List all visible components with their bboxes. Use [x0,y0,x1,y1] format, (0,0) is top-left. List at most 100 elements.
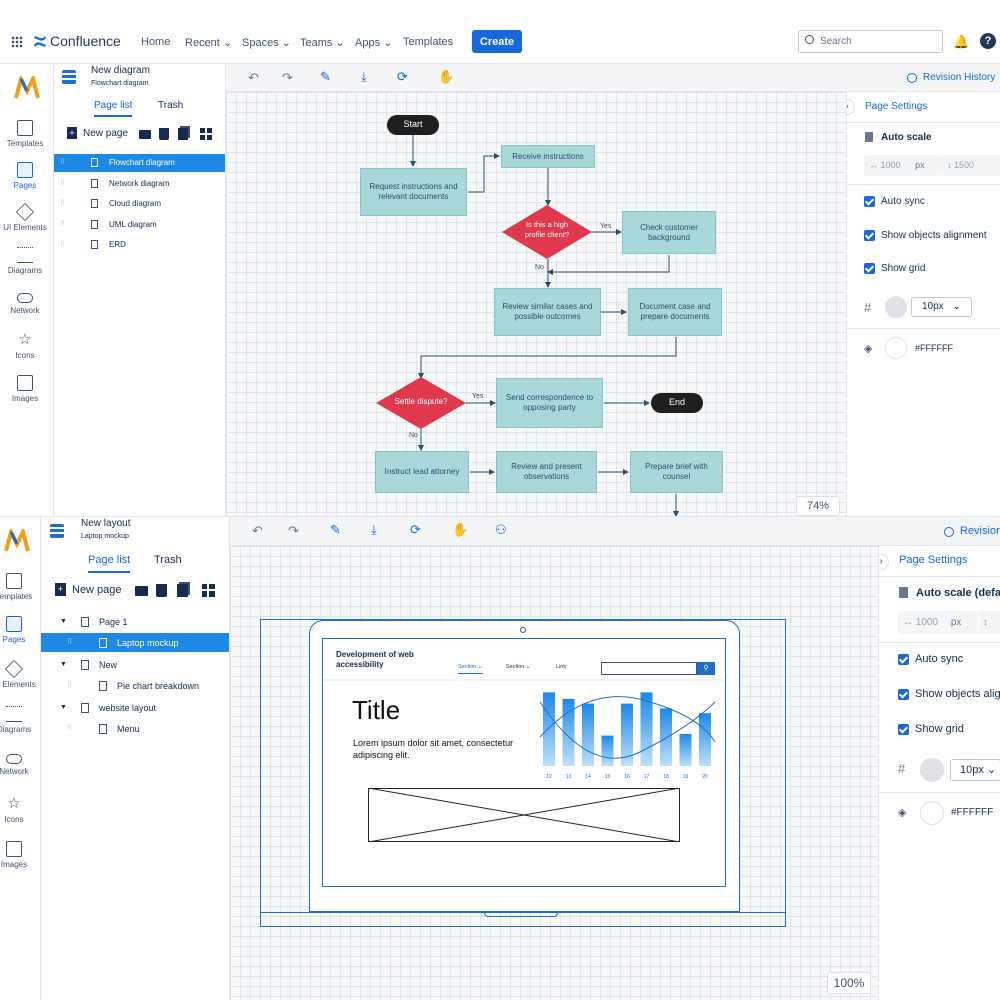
tree-item[interactable]: ▼ New [41,659,229,674]
flow-instruct[interactable]: Instruct lead attorney [375,451,469,493]
tree-item[interactable]: ▼ Page 1 [41,616,229,631]
flow-receive[interactable]: Receive instructions [501,145,595,168]
page-list-item[interactable]: ⠿ UML diagram [54,219,225,233]
mock-nav-section-1[interactable]: Section ⌄ [458,664,483,674]
hand-icon[interactable]: ✋ [438,69,454,85]
nav-apps[interactable]: Apps ⌄ [355,36,392,49]
rail-ui-elements[interactable]: UI Elements [0,202,50,232]
grid-color-swatch[interactable] [885,296,907,318]
flow-document[interactable]: Document case and prepare documents [628,288,722,336]
rail-images[interactable]: Images [0,375,50,403]
new-page-button[interactable]: New page [83,128,128,139]
flow-start[interactable]: Start [387,115,439,135]
confluence-logo-icon[interactable] [33,35,47,48]
pen-icon[interactable]: ✎ [320,69,331,85]
tree-item[interactable]: ⠿ Menu [41,723,229,738]
new-page-icon[interactable]: + [55,583,66,596]
show-grid-checkbox[interactable]: Show grid [898,723,964,735]
pen-icon[interactable]: ✎ [330,522,341,538]
show-alignment-checkbox[interactable]: Show objects alignment [864,230,987,241]
new-page-icon[interactable]: + [67,127,77,139]
tree-item[interactable]: ⠿ Pie chart breakdown [41,680,229,695]
drag-handle-icon[interactable]: ⠿ [60,240,65,248]
flow-review-present[interactable]: Review and present observations [496,451,597,493]
drag-handle-icon[interactable]: ⠿ [60,179,65,187]
show-alignment-checkbox[interactable]: Show objects alig [898,688,1000,700]
download-icon[interactable]: ⤓ [361,69,367,85]
mock-nav-link[interactable]: Link [556,664,566,670]
tree-item[interactable]: ▼ website layout [41,702,229,717]
rail-images[interactable]: Images [0,841,39,869]
rail-network[interactable]: Network [0,290,50,315]
height-input[interactable]: ↕ 1500 [942,155,1000,176]
drag-handle-icon[interactable]: ⠿ [60,158,65,166]
show-grid-checkbox[interactable]: Show grid [864,263,925,274]
drag-handle-icon[interactable]: ⠿ [60,199,65,207]
help-icon[interactable]: ? [980,33,996,49]
drag-handle-icon[interactable]: ⠿ [67,724,72,732]
drag-handle-icon[interactable]: ⠿ [67,638,72,646]
tab-page-list[interactable]: Page list [94,100,133,117]
width-input[interactable]: ↔ 1000 px [864,155,942,176]
grid-size-select[interactable]: 10px ⌄ [950,759,1000,781]
sync-icon[interactable]: ⟳ [410,522,421,538]
grid-size-select[interactable]: 10px ⌄ [911,297,972,317]
user-icon[interactable]: ⚇ [495,522,507,538]
nav-recent[interactable]: Recent ⌄ [185,36,232,49]
delete-icon[interactable] [159,128,169,140]
width-input[interactable]: ↔ 1000 px [898,611,978,634]
rail-icons[interactable]: ☆ Icons [0,332,50,361]
flow-end[interactable]: End [651,393,703,413]
page-list-item[interactable]: ⠿ ERD [54,239,225,253]
drag-handle-icon[interactable]: ⠿ [60,220,65,228]
mock-nav-section-2[interactable]: Section ⌄ [506,664,531,670]
app-switcher-icon[interactable] [11,36,23,48]
expand-caret-icon[interactable]: ▼ [60,661,67,668]
tab-page-list[interactable]: Page list [88,554,131,573]
page-list-item[interactable]: ⠿ Network diagram [54,178,225,192]
notification-bell-icon[interactable]: 🔔 [953,34,969,50]
expand-caret-icon[interactable]: ▼ [60,704,67,711]
grid-view-icon[interactable] [200,128,212,140]
height-input[interactable]: ↕ [979,611,1000,634]
bg-color-swatch[interactable] [885,337,907,359]
zoom-indicator[interactable]: 100% [827,972,871,994]
new-folder-icon[interactable] [139,130,151,139]
nav-templates[interactable]: Templates [403,36,453,48]
page-list-item[interactable]: ⠿ Cloud diagram [54,198,225,212]
bottom-canvas[interactable]: Development of web accessibility Section… [230,546,878,1000]
rail-templates[interactable]: Templates [0,573,39,601]
revision-history-link[interactable]: Revision History [923,72,995,83]
tree-item[interactable]: ⠿ Laptop mockup [41,637,229,652]
auto-sync-checkbox[interactable]: Auto sync [864,196,925,207]
nav-home[interactable]: Home [141,36,170,48]
tab-trash[interactable]: Trash [154,554,182,566]
nav-teams[interactable]: Teams ⌄ [300,36,345,49]
app-name[interactable]: Confluence [50,33,121,49]
page-list-item[interactable]: ⠿ Flowchart diagram [54,157,225,171]
mock-search-input[interactable] [601,662,697,675]
bg-color-swatch[interactable] [920,801,944,825]
redo-icon[interactable]: ↷ [282,70,293,86]
duplicate-icon[interactable] [177,584,188,597]
mock-search-icon[interactable]: ⚲ [697,662,715,675]
revision-history-link[interactable]: Revision [960,525,1000,537]
zoom-indicator[interactable]: 74% [796,496,840,516]
flow-send[interactable]: Send correspondence to opposing party [496,378,603,428]
flow-brief[interactable]: Prepare brief with counsel [630,451,723,493]
create-button[interactable]: Create [472,30,522,53]
redo-icon[interactable]: ↷ [288,523,299,539]
flow-check[interactable]: Check customer background [622,211,716,254]
search-field[interactable]: Search [798,30,943,53]
new-page-button[interactable]: New page [72,584,122,596]
grid-color-swatch[interactable] [920,758,944,782]
flow-review[interactable]: Review similar cases and possible outcom… [494,288,601,336]
rail-diagrams[interactable]: Diagrams [0,247,50,275]
tab-trash[interactable]: Trash [158,100,183,111]
undo-icon[interactable]: ↶ [248,70,259,86]
auto-sync-checkbox[interactable]: Auto sync [898,653,963,665]
rail-templates[interactable]: Templates [0,120,50,148]
top-canvas[interactable]: Start Request instructions and relevant … [226,92,846,516]
rail-pages[interactable]: Pages [0,162,50,190]
collapse-chevron-icon[interactable]: › [847,99,855,115]
